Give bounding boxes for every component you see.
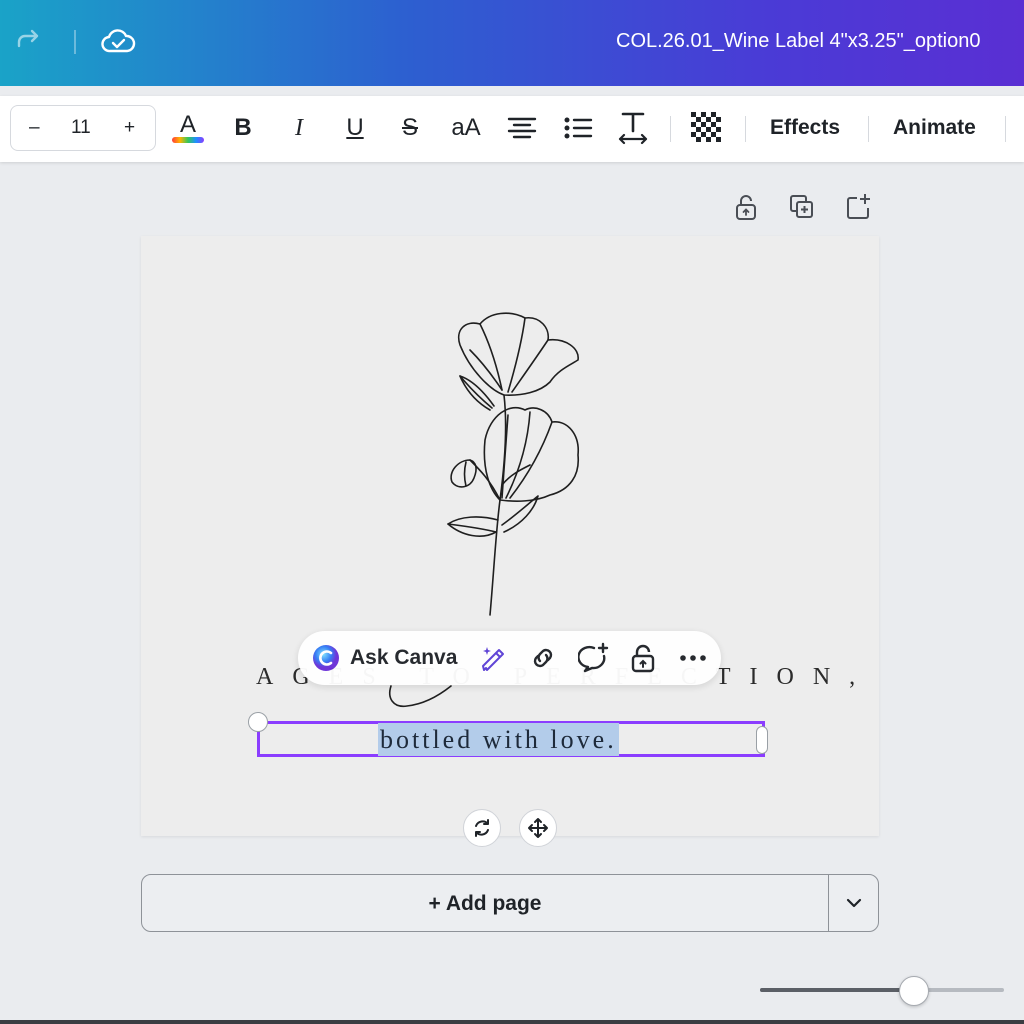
bold-button[interactable]: B (226, 110, 260, 146)
underline-button[interactable]: U (338, 110, 372, 146)
add-page-bar: + Add page (141, 874, 879, 932)
add-page-button[interactable]: + Add page (142, 892, 828, 916)
lock-page-icon[interactable] (731, 192, 761, 222)
strikethrough-button[interactable]: S (393, 110, 427, 146)
rainbow-swatch (172, 137, 204, 143)
zoom-slider[interactable] (760, 988, 1004, 992)
context-toolbar: Ask Canva (298, 631, 721, 685)
duplicate-page-icon[interactable] (787, 192, 817, 222)
italic-button[interactable]: I (282, 110, 316, 146)
font-size-stepper: – 11 + (10, 105, 156, 151)
divider (74, 30, 76, 54)
align-center-icon[interactable] (504, 110, 540, 146)
transparency-icon[interactable] (689, 110, 725, 146)
document-title[interactable]: COL.26.01_Wine Label 4"x3.25"_option0 (616, 30, 980, 53)
poppy-illustration[interactable] (430, 310, 590, 620)
letter-case-button[interactable]: aA (446, 110, 486, 146)
text-toolbar: – 11 + A B I U S aA Effects Animate (0, 96, 1024, 162)
resize-handle-left[interactable] (248, 712, 268, 732)
increase-font-button[interactable]: + (124, 117, 135, 139)
ask-canva-icon[interactable] (310, 642, 342, 674)
label-text-line2[interactable]: bottled with love. (378, 723, 619, 756)
decrease-font-button[interactable]: – (29, 117, 40, 139)
chevron-down-icon[interactable] (829, 875, 878, 931)
text-color-button[interactable]: A (170, 110, 206, 146)
add-page-icon[interactable] (843, 192, 873, 222)
move-icon[interactable] (519, 809, 557, 847)
bullet-list-icon[interactable] (560, 110, 596, 146)
resize-handle-right[interactable] (756, 726, 768, 754)
ask-canva-button[interactable]: Ask Canva (350, 646, 457, 670)
animate-button[interactable]: Animate (893, 116, 976, 140)
toolbar-divider (745, 116, 746, 142)
magic-write-icon[interactable] (478, 642, 510, 674)
toolbar-divider (868, 116, 869, 142)
font-size-value[interactable]: 11 (71, 117, 91, 139)
lock-icon[interactable] (627, 642, 659, 674)
more-options-icon[interactable] (677, 642, 709, 674)
zoom-slider-fill (760, 988, 914, 992)
spacing-icon[interactable] (615, 110, 651, 146)
effects-button[interactable]: Effects (770, 116, 840, 140)
link-icon[interactable] (527, 642, 559, 674)
toolbar-divider (670, 116, 671, 142)
top-bar: COL.26.01_Wine Label 4"x3.25"_option0 (0, 0, 1024, 86)
cloud-saved-icon[interactable] (100, 24, 136, 60)
redo-icon[interactable] (10, 24, 46, 60)
zoom-slider-thumb[interactable] (898, 976, 929, 1006)
toolbar-divider (1005, 116, 1006, 142)
rotate-icon[interactable] (463, 809, 501, 847)
window-bottom-edge (0, 1020, 1024, 1024)
add-comment-icon[interactable] (578, 642, 610, 674)
text-color-letter: A (179, 111, 196, 138)
